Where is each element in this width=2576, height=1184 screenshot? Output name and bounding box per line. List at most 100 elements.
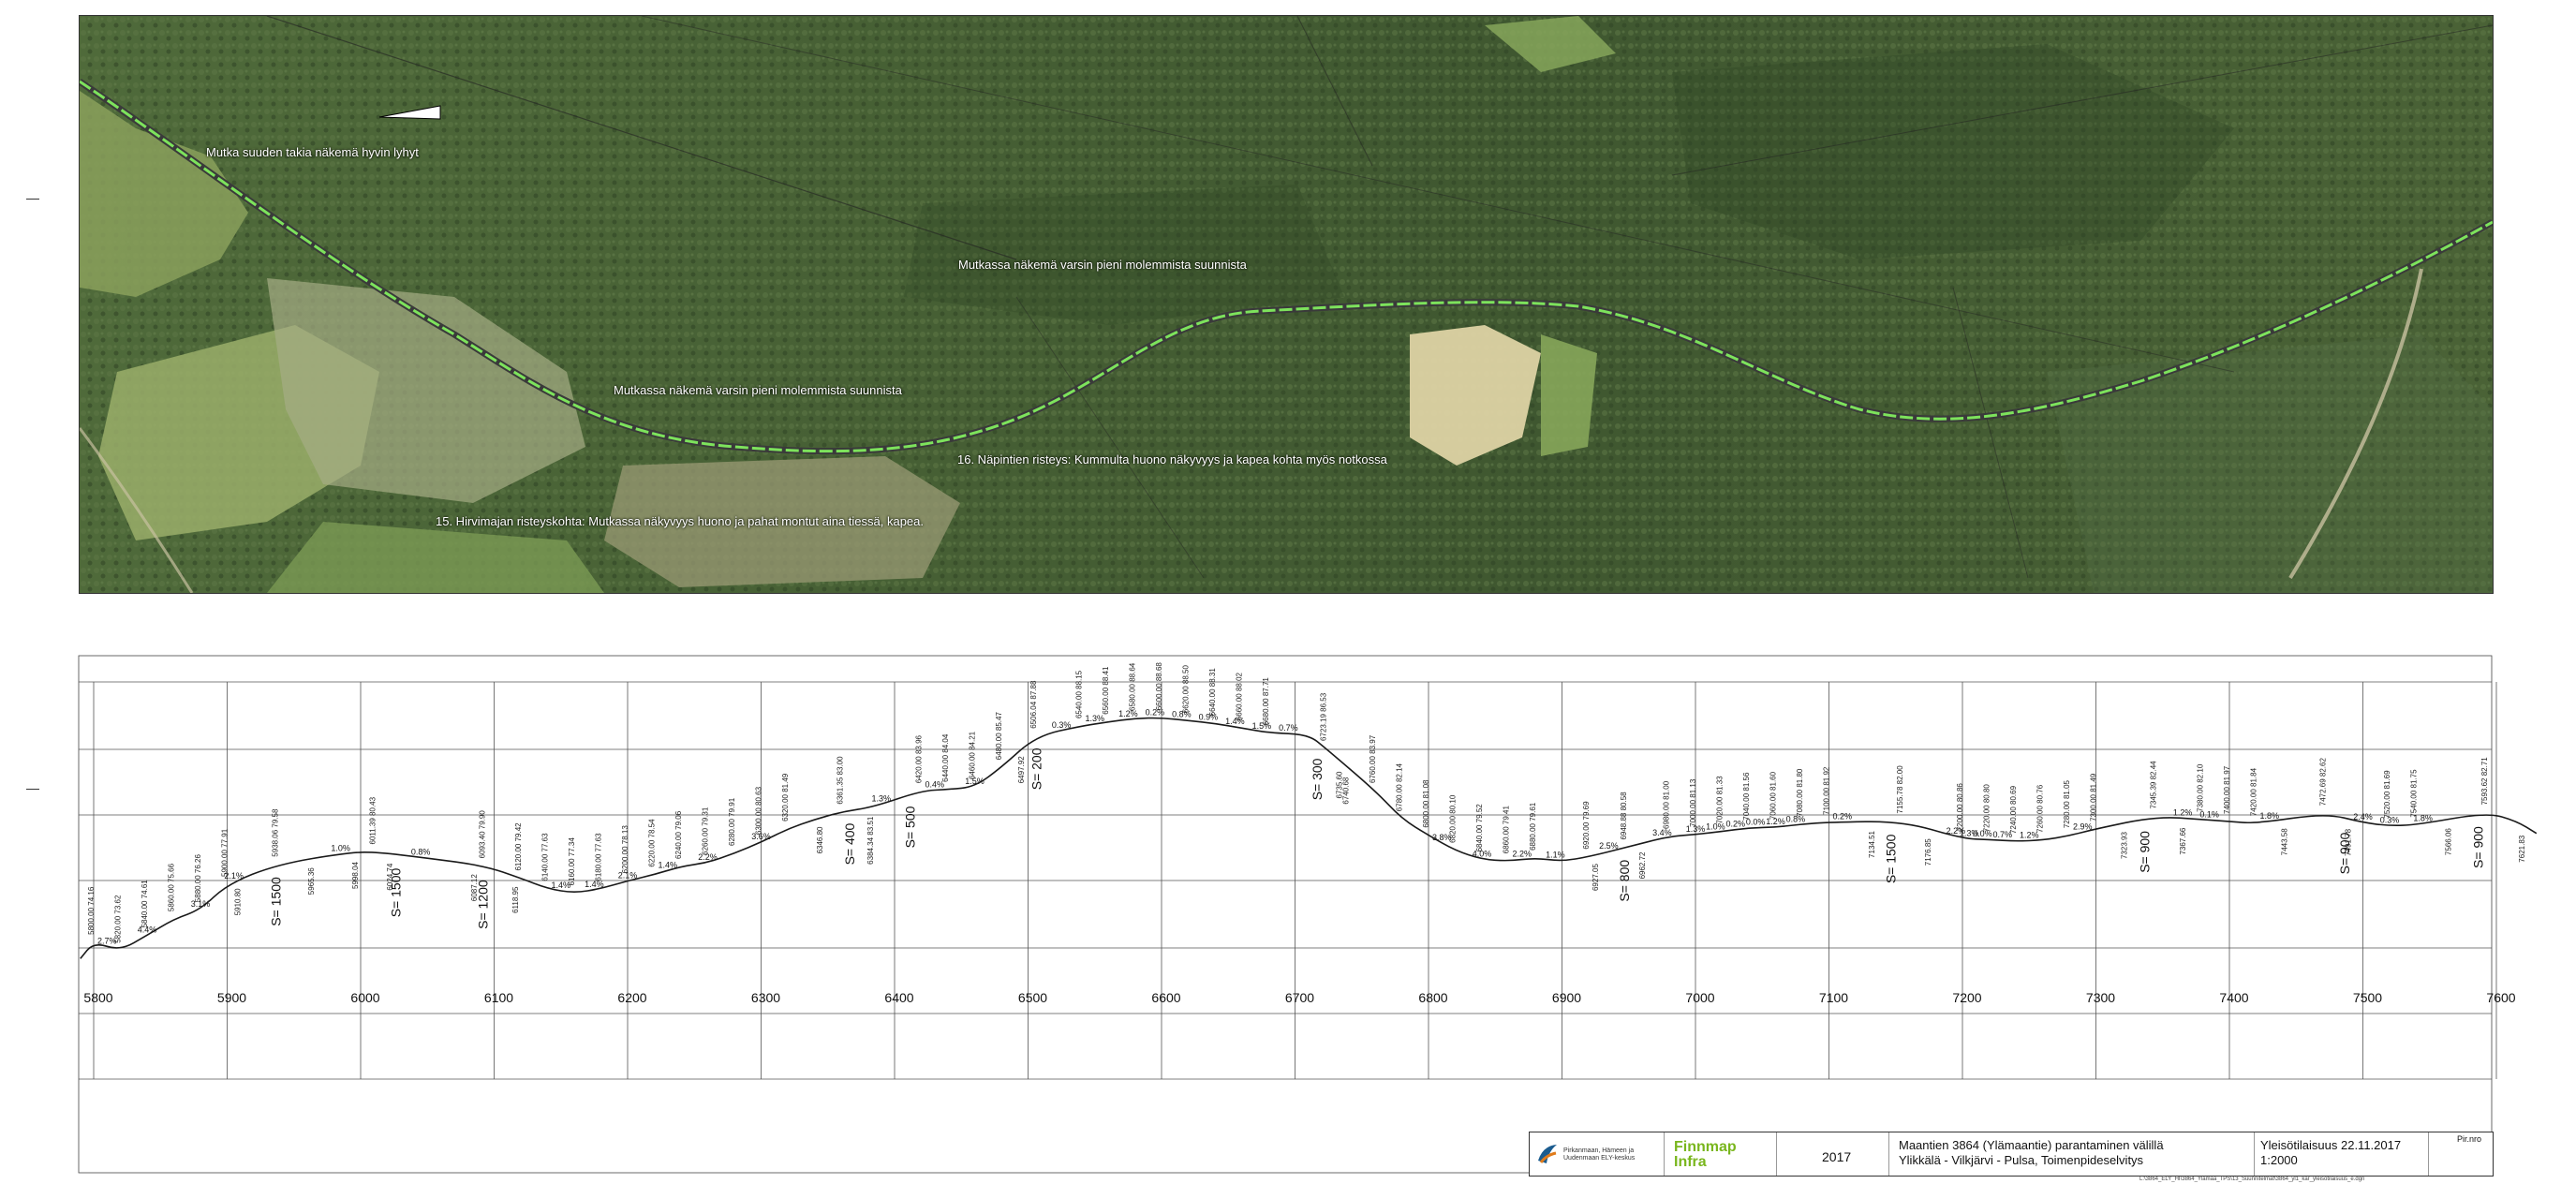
station-label: 6740.68	[1342, 777, 1351, 804]
station-label: 6962.72	[1638, 851, 1647, 879]
station-label: 6118.95	[511, 886, 520, 913]
ely-org-name: Pirkanmaan, Hämeen ja Uudenmaan ELY-kesk…	[1563, 1147, 1636, 1162]
elevation-label: 6160.00 77.34	[568, 837, 576, 886]
elevation-label: 6440.00 84.04	[941, 733, 950, 782]
elevation-label: 6800.00 81.08	[1422, 779, 1430, 828]
station-label: 7566.06	[2445, 828, 2453, 855]
elevation-label: 7345.39 82.44	[2150, 761, 2158, 809]
elevation-label: 7260.00 80.76	[2036, 784, 2045, 833]
year-value: 2017	[1822, 1149, 1852, 1164]
grade-label: 1.8%	[2413, 813, 2433, 822]
curve-radius-label: S= 900	[2138, 831, 2153, 873]
elevation-label: 7000.00 81.13	[1689, 778, 1697, 827]
elevation-label: 6948.88 80.58	[1620, 792, 1628, 840]
chainage-tick-label: 7600	[2486, 990, 2515, 1005]
grade-label: 0.3%	[2380, 816, 2400, 825]
chainage-tick-label: 6200	[617, 990, 646, 1005]
elevation-label: 6580.00 88.64	[1129, 662, 1137, 711]
elevation-label: 5860.00 75.66	[168, 863, 176, 911]
grade-label: 1.5%	[1252, 721, 1272, 731]
elevation-label: 6220.00 78.54	[648, 819, 657, 867]
chainage-tick-label: 6500	[1018, 990, 1047, 1005]
elevation-label: 6760.00 83.97	[1369, 734, 1377, 783]
elevation-label: 7593.62 82.71	[2480, 757, 2489, 806]
elevation-label: 6180.00 77.63	[595, 833, 603, 881]
elevation-label: 6460.00 84.21	[969, 731, 977, 779]
project-title-cell: Maantien 3864 (Ylämaantie) parantaminen …	[1889, 1132, 2255, 1176]
grade-label: 1.4%	[585, 880, 604, 889]
chainage-tick-label: 6800	[1418, 990, 1447, 1005]
station-label: 7134.51	[1868, 830, 1876, 857]
elevation-label: 6723.19 86.53	[1319, 692, 1327, 741]
grade-label: 1.8%	[2259, 811, 2279, 821]
plan-info-cell: Yleisötilaisuus 22.11.2017 1:2000	[2255, 1132, 2429, 1176]
grade-label: 0.8%	[1786, 815, 1806, 824]
elevation-label: 5900.00 77.91	[221, 828, 229, 877]
chainage-tick-label: 6100	[484, 990, 513, 1005]
chainage-tick-label: 6600	[1151, 990, 1180, 1005]
curve-radius-label: S= 1500	[389, 868, 404, 918]
elevation-label: 6240.00 79.06	[674, 810, 683, 859]
plan-number-cell: Pir.nro	[2429, 1132, 2493, 1176]
grade-label: 0.4%	[925, 780, 944, 790]
chainage-tick-label: 6000	[350, 990, 379, 1005]
elevation-label: 6506.04 87.88	[1029, 680, 1038, 729]
station-label: 7621.83	[2518, 835, 2526, 862]
grade-label: 0.2%	[1146, 707, 1165, 717]
finnmap-line2: Infra	[1674, 1154, 1707, 1170]
curve-radius-label: S= 1200	[475, 880, 490, 929]
grade-label: 0.2%	[1832, 812, 1852, 821]
elevation-label: 7100.00 81.92	[1823, 766, 1831, 815]
plan-scale: 1:2000	[2260, 1153, 2298, 1167]
elevation-label: 6280.00 79.91	[728, 797, 736, 846]
elevation-label: 6780.00 82.14	[1396, 762, 1404, 811]
elevation-label: 6600.00 88.68	[1155, 662, 1163, 711]
curve-radius-label: S= 1500	[269, 877, 284, 926]
elevation-label: 6093.40 79.90	[479, 810, 487, 859]
grade-label: 1.4%	[551, 881, 570, 890]
elevation-label: 7240.00 80.69	[2009, 785, 2018, 834]
grade-label: 1.3%	[1085, 714, 1104, 723]
grade-label: 2.4%	[2353, 812, 2373, 821]
station-label: 7367.66	[2179, 827, 2187, 854]
elevation-label: 5840.00 74.61	[141, 880, 149, 928]
elevation-label: 6140.00 77.63	[541, 833, 550, 881]
grade-label: 2.1%	[618, 870, 638, 880]
year-cell: 2017	[1777, 1132, 1889, 1176]
grade-label: 0.0%	[1973, 829, 1992, 838]
grade-label: 0.9%	[1199, 713, 1219, 722]
elevation-label: 6880.00 79.61	[1529, 802, 1537, 851]
ely-logo: Pirkanmaan, Hämeen ja Uudenmaan ELY-kesk…	[1530, 1132, 1665, 1176]
elevation-label: 5880.00 76.26	[194, 853, 202, 902]
elevation-label: 6200.00 78.13	[621, 825, 629, 874]
curve-radius-label: S= 900	[2337, 832, 2352, 874]
curve-radius-label: S= 400	[842, 822, 857, 865]
chainage-tick-label: 7100	[1819, 990, 1848, 1005]
elevation-label: 7540.00 81.75	[2410, 769, 2419, 818]
elevation-label: 6560.00 88.41	[1102, 666, 1110, 715]
grade-label: 0.0%	[1746, 818, 1766, 827]
chainage-tick-label: 7000	[1685, 990, 1714, 1005]
drawing-sheet: Mutka suuden takia näkemä hyvin lyhyt Mu…	[0, 0, 2576, 1184]
curve-radius-label: S= 500	[902, 806, 917, 848]
curve-radius-label: S= 800	[1617, 860, 1632, 902]
grade-label: 1.2%	[2173, 807, 2193, 817]
grade-label: 1.5%	[965, 777, 985, 786]
chainage-tick-label: 6900	[1552, 990, 1581, 1005]
elevation-label: 5938.06 79.58	[272, 808, 280, 857]
grade-label: 2.1%	[224, 871, 244, 881]
grade-label: 3.8%	[1432, 833, 1452, 842]
project-title-line2: Ylikkälä - Vilkjärvi - Pulsa, Toimenpide…	[1899, 1153, 2144, 1167]
chainage-tick-label: 7400	[2219, 990, 2248, 1005]
grade-label: 3.1%	[191, 899, 211, 909]
grade-label: 3.4%	[1652, 828, 1672, 837]
grade-label: 0.8%	[411, 847, 431, 856]
chainage-axis: 5800 5900 6000 6100 6200 6300 6400 6500 6600 6700…	[83, 990, 2515, 1005]
grade-label: 0.1%	[2199, 809, 2219, 819]
elevation-label: 6120.00 79.42	[514, 822, 523, 871]
elevation-label: 6920.00 79.69	[1582, 801, 1591, 850]
station-label: 5965.36	[307, 867, 316, 895]
station-label: 6346.80	[816, 826, 824, 853]
grade-label: 1.3%	[871, 794, 891, 804]
finnmap-logo: Finnmap Infra	[1665, 1132, 1777, 1176]
